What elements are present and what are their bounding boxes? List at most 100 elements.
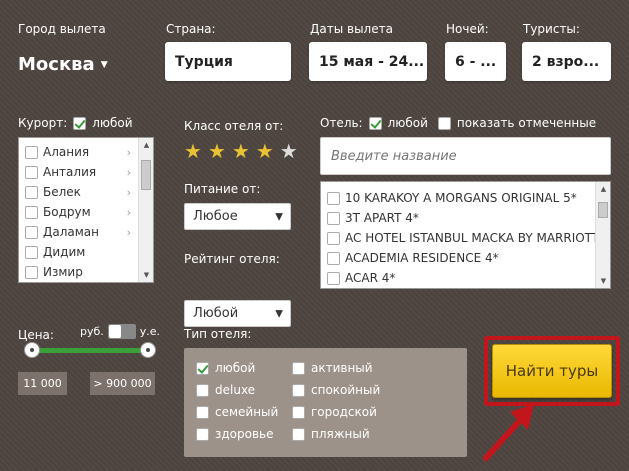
hotel-type-checkbox[interactable] — [292, 405, 305, 419]
resort-checkbox[interactable] — [25, 145, 38, 159]
chevron-right-icon[interactable]: › — [127, 166, 131, 179]
chevron-right-icon[interactable]: › — [127, 226, 131, 239]
hotel-type-checkbox[interactable] — [292, 361, 305, 375]
handle-dot-icon — [146, 348, 150, 352]
hotel-item[interactable]: 3T APART 4* — [321, 208, 610, 228]
hotel-type-option[interactable]: семейный — [196, 401, 278, 423]
scroll-up-icon[interactable]: ▲ — [596, 185, 610, 193]
hotel-type-checkbox[interactable] — [196, 383, 209, 397]
resort-item[interactable]: Белек › — [19, 182, 153, 202]
city-value: Москва — [18, 54, 95, 75]
hotel-any-label: любой — [387, 116, 428, 130]
scroll-down-icon[interactable]: ▼ — [139, 271, 153, 279]
resort-checkbox[interactable] — [25, 245, 38, 259]
currency-toggle[interactable] — [107, 324, 136, 339]
hotel-checkbox[interactable] — [327, 251, 340, 265]
hotel-type-option[interactable]: любой — [196, 357, 278, 379]
scroll-thumb[interactable] — [598, 202, 608, 218]
currency-rub-label: руб. — [80, 325, 104, 338]
resort-any-checkbox[interactable] — [73, 116, 87, 130]
resort-item[interactable]: Бодрум › — [19, 202, 153, 222]
city-dropdown[interactable]: Москва ▼ — [18, 54, 108, 75]
show-marked-checkbox[interactable] — [437, 116, 451, 130]
resort-checkbox[interactable] — [25, 165, 38, 179]
hotel-checkbox[interactable] — [327, 211, 340, 225]
dates-field[interactable]: 15 мая - 24... — [309, 42, 427, 81]
hotel-type-label: Тип отеля: — [184, 327, 252, 341]
resort-item-label: Бодрум — [43, 205, 91, 219]
hotel-checkbox[interactable] — [327, 191, 340, 205]
search-tours-button[interactable]: Найти туры — [492, 344, 612, 398]
resort-item[interactable]: Анталия › — [19, 162, 153, 182]
chevron-right-icon[interactable]: › — [127, 186, 131, 199]
hotel-item[interactable]: 10 KARAKOY A MORGANS ORIGINAL 5* — [321, 188, 610, 208]
resort-checkbox[interactable] — [25, 205, 38, 219]
hotel-type-checkbox[interactable] — [196, 405, 209, 419]
price-slider-track[interactable] — [32, 348, 148, 353]
currency-toggle-group: руб. у.е. — [80, 324, 160, 339]
hotel-type-option[interactable]: активный — [292, 357, 380, 379]
hotel-type-option-label: здоровье — [215, 427, 274, 441]
tourists-field[interactable]: 2 взро... — [522, 42, 611, 81]
resort-list[interactable]: Алания › Анталия › Белек › Бодрум › Даламан ›… — [18, 137, 154, 283]
currency-ue-label: у.е. — [139, 325, 161, 338]
price-min-value[interactable]: 11 000 — [18, 372, 67, 395]
price-max-value[interactable]: > 900 000 — [90, 372, 155, 395]
star-icon[interactable]: ★ — [208, 141, 226, 161]
handle-dot-icon — [30, 348, 34, 352]
resort-scrollbar[interactable]: ▲ ▼ — [138, 138, 153, 282]
hotel-type-option[interactable]: спокойный — [292, 379, 380, 401]
hotel-header: Отель: любой показать отмеченные — [320, 116, 596, 130]
resort-item[interactable]: Измир — [19, 262, 153, 282]
hotel-scrollbar[interactable]: ▲ ▼ — [595, 182, 610, 288]
hotel-type-option[interactable]: здоровье — [196, 423, 278, 445]
hotel-any-checkbox[interactable] — [368, 116, 382, 130]
hotel-search-input[interactable] — [320, 137, 611, 175]
resort-item[interactable]: Алания › — [19, 142, 153, 162]
hotel-type-checkbox[interactable] — [292, 383, 305, 397]
hotel-item[interactable]: ACADEMIA RESIDENCE 4* — [321, 248, 610, 268]
hotel-type-option[interactable]: городской — [292, 401, 380, 423]
rating-value: Любой — [193, 306, 239, 321]
star-icon[interactable]: ★ — [256, 141, 274, 161]
resort-checkbox[interactable] — [25, 265, 38, 279]
meals-select[interactable]: Любое ▼ — [184, 203, 291, 230]
hotel-list[interactable]: 10 KARAKOY A MORGANS ORIGINAL 5* 3T APAR… — [320, 181, 611, 289]
toggle-knob — [108, 325, 121, 338]
scroll-up-icon[interactable]: ▲ — [139, 141, 153, 149]
chevron-right-icon[interactable]: › — [127, 146, 131, 159]
star-rating[interactable]: ★ ★ ★ ★ ★ — [184, 141, 298, 161]
caret-down-icon: ▼ — [100, 59, 108, 70]
scroll-thumb[interactable] — [141, 160, 151, 190]
hotel-type-option[interactable]: deluxe — [196, 379, 278, 401]
hotel-item[interactable]: ACAR 4* — [321, 268, 610, 288]
resort-checkbox[interactable] — [25, 225, 38, 239]
price-min-handle[interactable] — [24, 342, 40, 358]
hotel-type-option-label: пляжный — [311, 427, 370, 441]
star-icon[interactable]: ★ — [232, 141, 250, 161]
hotel-type-option-label: deluxe — [215, 383, 256, 397]
meals-value: Любое — [193, 209, 238, 224]
caret-down-icon: ▼ — [275, 308, 283, 319]
hotel-type-checkbox[interactable] — [196, 361, 209, 375]
tourists-label: Туристы: — [523, 22, 580, 36]
resort-item[interactable]: Даламан › — [19, 222, 153, 242]
hotel-type-checkbox[interactable] — [196, 427, 209, 441]
hotel-type-option[interactable]: пляжный — [292, 423, 380, 445]
hotel-checkbox[interactable] — [327, 271, 340, 285]
rating-select[interactable]: Любой ▼ — [184, 300, 291, 327]
hotel-item-label: AC HOTEL ISTANBUL MACKA BY MARRIOTT — [345, 231, 600, 245]
chevron-right-icon[interactable]: › — [127, 206, 131, 219]
price-max-handle[interactable] — [140, 342, 156, 358]
resort-checkbox[interactable] — [25, 185, 38, 199]
country-field[interactable]: Турция — [165, 42, 291, 81]
hotel-type-checkbox[interactable] — [292, 427, 305, 441]
resort-item[interactable]: Дидим — [19, 242, 153, 262]
price-label: Цена: — [18, 328, 54, 342]
star-icon[interactable]: ★ — [280, 141, 298, 161]
hotel-checkbox[interactable] — [327, 231, 340, 245]
hotel-item[interactable]: AC HOTEL ISTANBUL MACKA BY MARRIOTT — [321, 228, 610, 248]
star-icon[interactable]: ★ — [184, 141, 202, 161]
scroll-down-icon[interactable]: ▼ — [596, 277, 610, 285]
nights-field[interactable]: 6 - ... — [445, 42, 506, 81]
